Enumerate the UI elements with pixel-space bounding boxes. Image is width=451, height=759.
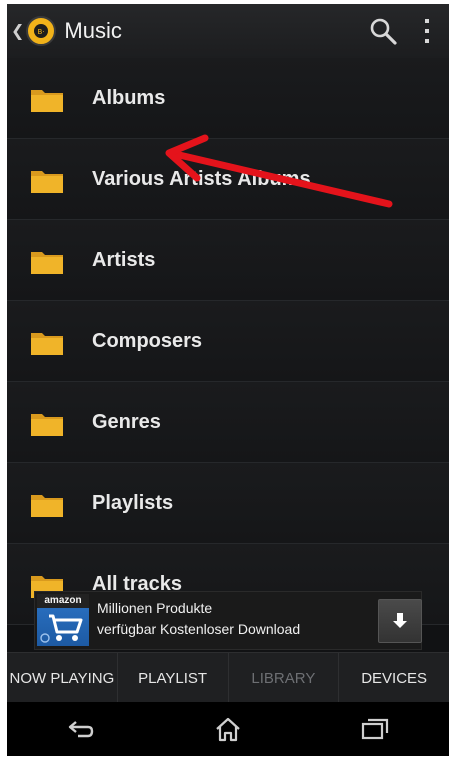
folder-icon (31, 90, 63, 112)
ad-text-line2: verfügbar Kostenloser Download (97, 621, 301, 637)
shopping-cart-icon (40, 614, 83, 643)
download-icon[interactable] (378, 599, 422, 643)
list-item-label: Artists (92, 248, 156, 271)
ad-text-line1: Millionen Produkte (97, 600, 213, 616)
tab-now-playing[interactable]: NOW PLAYING (7, 653, 118, 703)
music-logo-icon[interactable]: B· (26, 16, 57, 46)
amazon-brand-label: amazon (37, 594, 89, 608)
action-bar: ❮ B· Music (7, 4, 449, 58)
home-icon[interactable] (198, 709, 258, 749)
recents-icon[interactable] (345, 709, 405, 749)
folder-icon (31, 252, 63, 274)
list-item-label: Albums (92, 86, 166, 109)
more-vertical-icon[interactable] (405, 9, 449, 53)
list-item-artists[interactable]: Artists (7, 220, 449, 301)
amazon-app-icon: amazon (37, 594, 89, 646)
back-icon[interactable] (51, 709, 111, 749)
system-nav-bar (7, 702, 449, 756)
folder-icon (31, 414, 63, 436)
red-arrow-icon (165, 134, 393, 208)
svg-text:B·: B· (38, 28, 45, 36)
tab-library[interactable]: LIBRARY (229, 653, 340, 703)
list-item-label: Genres (92, 410, 161, 433)
app-title: Music (64, 18, 122, 43)
search-icon[interactable] (361, 9, 405, 53)
ad-banner[interactable]: amazon Millionen Produkte verfügbar Kost… (34, 591, 422, 650)
folder-icon (31, 495, 63, 517)
list-item-label: Playlists (92, 491, 174, 514)
tab-devices[interactable]: DEVICES (339, 653, 449, 703)
folder-icon (31, 171, 63, 193)
phone-screen: ❮ B· Music Albums Various Artists Albums… (7, 4, 449, 756)
list-item-composers[interactable]: Composers (7, 301, 449, 382)
list-item-albums[interactable]: Albums (7, 58, 449, 139)
chevron-left-icon[interactable]: ❮ (11, 21, 24, 41)
bottom-tabs: NOW PLAYING PLAYLIST LIBRARY DEVICES (7, 652, 449, 703)
list-item-label: Composers (92, 329, 203, 352)
list-item-playlists[interactable]: Playlists (7, 463, 449, 544)
folder-icon (31, 333, 63, 355)
tab-playlist[interactable]: PLAYLIST (118, 653, 229, 703)
list-item-genres[interactable]: Genres (7, 382, 449, 463)
